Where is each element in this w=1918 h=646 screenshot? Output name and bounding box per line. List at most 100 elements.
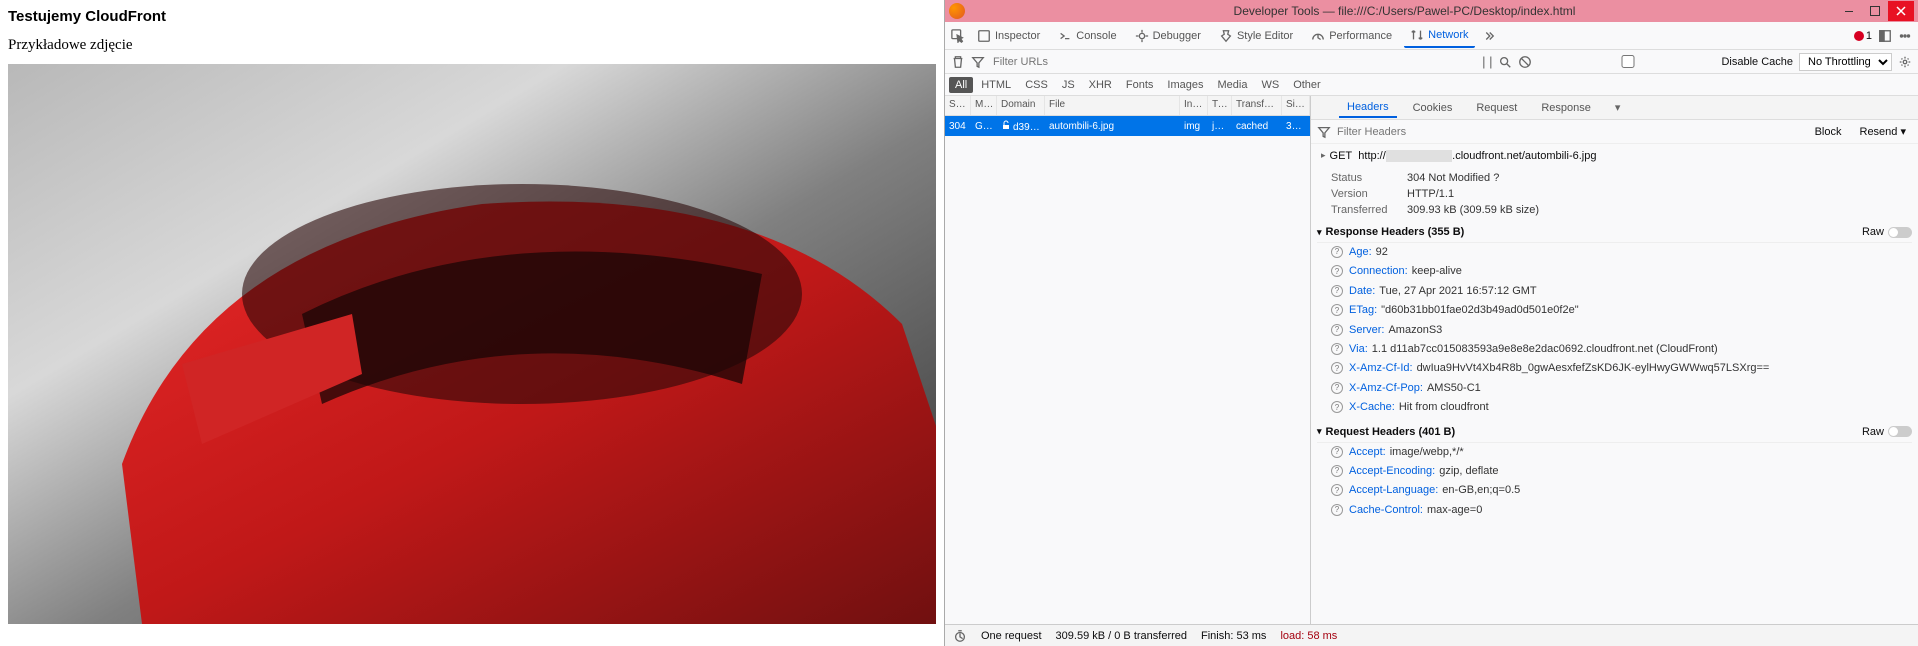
header-key[interactable]: ETag:	[1349, 304, 1377, 316]
lock-open-icon	[1001, 120, 1011, 130]
maximize-button[interactable]	[1862, 1, 1888, 21]
help-icon[interactable]: ?	[1331, 265, 1343, 277]
block-icon[interactable]	[1518, 55, 1532, 69]
header-value: gzip, deflate	[1439, 465, 1498, 477]
tab-request[interactable]: Request	[1468, 99, 1525, 117]
header-key[interactable]: Accept-Language:	[1349, 484, 1438, 496]
tab-console[interactable]: Console	[1052, 25, 1122, 47]
raw-toggle[interactable]	[1888, 227, 1912, 238]
inspect-element-icon[interactable]	[951, 29, 965, 43]
col-file[interactable]: File	[1045, 96, 1180, 115]
col-transferred[interactable]: Transfer…	[1232, 96, 1282, 115]
filter-js[interactable]: JS	[1056, 77, 1081, 93]
help-icon[interactable]: ?	[1331, 343, 1343, 355]
col-status[interactable]: St…	[945, 96, 971, 115]
window-title: Developer Tools — file:///C:/Users/Pawel…	[973, 4, 1836, 18]
col-size[interactable]: Size	[1282, 96, 1310, 115]
header-key[interactable]: Cache-Control:	[1349, 504, 1423, 516]
filter-images[interactable]: Images	[1161, 77, 1209, 93]
trash-icon[interactable]	[951, 55, 965, 69]
console-icon	[1058, 29, 1072, 43]
filter-headers-input[interactable]	[1337, 126, 1803, 138]
stopwatch-icon[interactable]	[953, 629, 967, 643]
header-key[interactable]: Age:	[1349, 246, 1372, 258]
page-caption: Przykładowe zdjęcie	[8, 37, 936, 54]
dock-icon[interactable]	[1878, 29, 1892, 43]
close-button[interactable]	[1888, 1, 1914, 21]
tab-performance[interactable]: Performance	[1305, 25, 1398, 47]
block-button[interactable]: Block	[1809, 124, 1848, 140]
help-icon[interactable]: ?	[1331, 362, 1343, 374]
filter-html[interactable]: HTML	[975, 77, 1017, 93]
header-key[interactable]: Accept:	[1349, 446, 1386, 458]
minimize-button[interactable]	[1836, 1, 1862, 21]
tab-headers[interactable]: Headers	[1339, 98, 1397, 118]
header-value: "d60b31bb01fae02d3b49ad0d501e0f2e"	[1381, 304, 1578, 316]
request-url-row[interactable]: ▸ GET http://████████.cloudfront.net/aut…	[1317, 148, 1912, 164]
pause-icon[interactable]: | |	[1482, 54, 1492, 69]
debugger-icon	[1135, 29, 1149, 43]
request-headers-section[interactable]: ▾Request Headers (401 B)Raw	[1317, 422, 1912, 443]
tab-inspector[interactable]: Inspector	[971, 25, 1046, 47]
filter-ws[interactable]: WS	[1255, 77, 1285, 93]
col-type[interactable]: Ty…	[1208, 96, 1232, 115]
help-icon[interactable]: ?	[1331, 246, 1343, 258]
disable-cache-checkbox[interactable]: Disable Cache	[1538, 55, 1793, 68]
performance-icon	[1311, 29, 1325, 43]
help-icon[interactable]: ?	[1331, 504, 1343, 516]
help-icon[interactable]: ?	[1331, 382, 1343, 394]
resend-button[interactable]: Resend ▾	[1854, 123, 1913, 140]
col-method[interactable]: M…	[971, 96, 997, 115]
tab-network[interactable]: Network	[1404, 24, 1474, 48]
filter-media[interactable]: Media	[1211, 77, 1253, 93]
gear-icon[interactable]	[1898, 55, 1912, 69]
col-domain[interactable]: Domain	[997, 96, 1045, 115]
help-icon[interactable]: ?	[1331, 304, 1343, 316]
help-icon[interactable]: ?	[1331, 285, 1343, 297]
header-key[interactable]: Date:	[1349, 285, 1375, 297]
help-icon[interactable]: ?	[1331, 484, 1343, 496]
details-panel: Headers Cookies Request Response ▾ Block…	[1311, 96, 1918, 624]
request-row[interactable]: 304 GET d39w… autombili-6.jpg img j… cac…	[945, 116, 1310, 136]
tab-debugger[interactable]: Debugger	[1129, 25, 1207, 47]
header-key[interactable]: Server:	[1349, 324, 1384, 336]
raw-toggle[interactable]	[1888, 426, 1912, 437]
filter-css[interactable]: CSS	[1019, 77, 1054, 93]
inspector-icon	[977, 29, 991, 43]
search-icon[interactable]	[1498, 55, 1512, 69]
type-filter-bar: All HTML CSS JS XHR Fonts Images Media W…	[945, 74, 1918, 96]
header-key[interactable]: X-Amz-Cf-Id:	[1349, 362, 1413, 374]
filter-fonts[interactable]: Fonts	[1120, 77, 1160, 93]
tab-response[interactable]: Response	[1533, 99, 1599, 117]
filter-urls-input[interactable]	[991, 54, 1171, 70]
throttling-select[interactable]: No Throttling	[1799, 53, 1892, 71]
error-badge[interactable]: 1	[1854, 30, 1872, 42]
header-key[interactable]: Via:	[1349, 343, 1368, 355]
filter-all[interactable]: All	[949, 77, 973, 93]
waterfall-icon[interactable]	[1315, 101, 1331, 115]
kebab-menu-icon[interactable]	[1898, 29, 1912, 43]
filter-other[interactable]: Other	[1287, 77, 1327, 93]
page-heading: Testujemy CloudFront	[8, 8, 936, 25]
header-row: ? Cache-Control: max-age=0	[1317, 501, 1912, 520]
header-row: ? ETag: "d60b31bb01fae02d3b49ad0d501e0f2e"	[1317, 301, 1912, 320]
tabs-overflow-icon[interactable]	[1481, 29, 1495, 43]
tab-cookies[interactable]: Cookies	[1405, 99, 1461, 117]
header-key[interactable]: X-Amz-Cf-Pop:	[1349, 382, 1423, 394]
header-value: en-GB,en;q=0.5	[1442, 484, 1520, 496]
request-list: St… M… Domain File Init… Ty… Transfer… S…	[945, 96, 1311, 624]
help-icon[interactable]: ?	[1331, 401, 1343, 413]
help-icon[interactable]: ?	[1331, 324, 1343, 336]
help-icon[interactable]: ?	[1493, 172, 1499, 184]
header-value: max-age=0	[1427, 504, 1482, 516]
tab-style-editor[interactable]: Style Editor	[1213, 25, 1299, 47]
help-icon[interactable]: ?	[1331, 446, 1343, 458]
filter-xhr[interactable]: XHR	[1083, 77, 1118, 93]
help-icon[interactable]: ?	[1331, 465, 1343, 477]
col-initiator[interactable]: Init…	[1180, 96, 1208, 115]
response-headers-section[interactable]: ▾Response Headers (355 B)Raw	[1317, 222, 1912, 243]
chevron-down-icon[interactable]: ▾	[1607, 98, 1629, 117]
header-key[interactable]: Accept-Encoding:	[1349, 465, 1435, 477]
header-key[interactable]: Connection:	[1349, 265, 1408, 277]
header-key[interactable]: X-Cache:	[1349, 401, 1395, 413]
